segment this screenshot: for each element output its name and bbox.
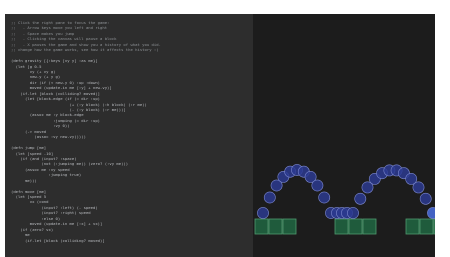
platform-block[interactable] bbox=[419, 218, 434, 235]
app-window: ;; Click the right pane to focus the gam… bbox=[0, 0, 450, 257]
platform-block[interactable] bbox=[348, 218, 363, 235]
trail-ball bbox=[311, 179, 324, 192]
platform-block[interactable] bbox=[362, 218, 377, 235]
trail-ball bbox=[347, 207, 359, 219]
trail-ball bbox=[263, 191, 276, 204]
game-scene bbox=[253, 14, 435, 257]
platform-block[interactable] bbox=[254, 218, 269, 235]
platform-block[interactable] bbox=[268, 218, 283, 235]
trail-ball bbox=[318, 191, 331, 204]
platform-block[interactable] bbox=[334, 218, 349, 235]
trail-ball bbox=[419, 192, 432, 205]
trail-ball bbox=[257, 207, 269, 219]
right-margin bbox=[435, 14, 450, 257]
trail-ball bbox=[412, 181, 425, 194]
code-line: (if-let [block (colliding? moved)] bbox=[11, 237, 105, 243]
trail-ball bbox=[354, 192, 367, 205]
code-text[interactable]: ;; Click the right pane to focus the gam… bbox=[5, 14, 253, 243]
platform-block[interactable] bbox=[282, 218, 297, 235]
platform-block[interactable] bbox=[405, 218, 420, 235]
code-editor[interactable]: ;; Click the right pane to focus the gam… bbox=[5, 14, 253, 257]
player-ball bbox=[427, 207, 435, 219]
game-canvas[interactable] bbox=[253, 14, 435, 257]
